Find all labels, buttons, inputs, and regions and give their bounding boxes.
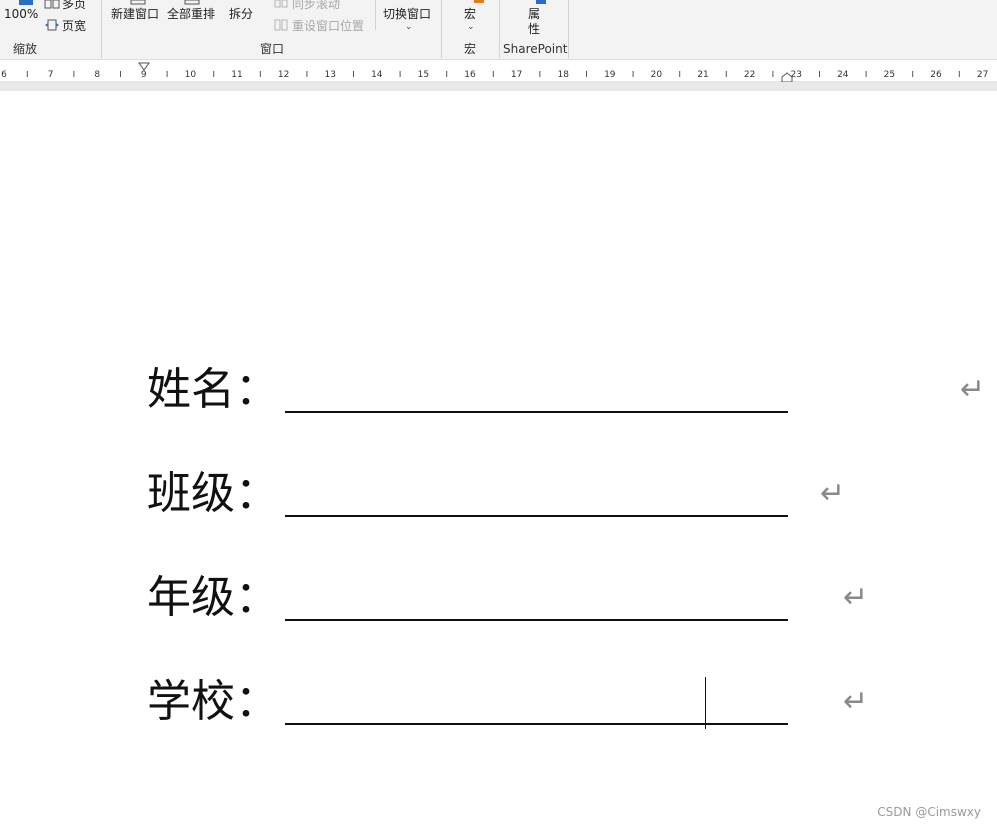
ruler-number: 10	[185, 70, 197, 80]
ruler-number: 8	[94, 70, 100, 80]
ruler-number: 9	[141, 70, 147, 80]
reset-position-icon	[274, 19, 288, 31]
paragraph-mark-icon: ↵	[820, 476, 846, 511]
ruler-number: 7	[48, 70, 54, 80]
macro-group-label: 宏	[464, 42, 477, 56]
ruler-number: 12	[278, 70, 289, 80]
ruler-number: 19	[604, 70, 616, 80]
page-width-button[interactable]: 页宽	[62, 19, 86, 33]
ruler-number: 15	[418, 70, 429, 80]
ribbon: 100% 多页 页宽 缩放 新建窗口 全部重排 拆分 同步滚动 重设窗口位置 切…	[0, 0, 997, 60]
name-label: 姓名：	[147, 364, 279, 415]
page-width-icon	[45, 19, 59, 31]
school-underline	[285, 723, 788, 725]
zoom-100-icon	[19, 0, 33, 5]
ruler-number: 11	[231, 70, 242, 80]
chevron-down-icon: ⌄	[467, 22, 475, 32]
group-separator	[568, 0, 569, 58]
paragraph-mark-icon: ↵	[960, 372, 986, 407]
paragraph-mark-icon: ↵	[843, 684, 869, 719]
multi-page-button[interactable]: 多页	[62, 0, 86, 11]
watermark: CSDN @Cimswxy	[877, 805, 981, 819]
window-group-label: 窗口	[260, 42, 285, 56]
ruler-number: 22	[744, 70, 755, 80]
sync-scroll-button[interactable]: 同步滚动	[292, 0, 340, 11]
ruler-number: 21	[697, 70, 708, 80]
ruler-number: 25	[884, 70, 895, 80]
class-underline	[285, 515, 788, 517]
ruler-number: 24	[837, 70, 849, 80]
ruler-number: 16	[464, 70, 476, 80]
reset-position-button[interactable]: 重设窗口位置	[292, 19, 364, 33]
ruler-number: 6	[1, 70, 7, 80]
chevron-down-icon: ⌄	[405, 22, 413, 32]
group-separator	[499, 0, 500, 58]
new-window-icon	[130, 0, 146, 5]
sync-scroll-icon	[274, 0, 288, 8]
name-underline	[285, 411, 788, 413]
class-label: 班级：	[147, 468, 279, 519]
school-label: 学校：	[147, 676, 279, 727]
first-line-indent-marker[interactable]	[138, 62, 150, 71]
group-separator	[375, 0, 376, 30]
multi-page-icon	[44, 0, 60, 9]
grade-label: 年级：	[147, 572, 279, 623]
group-separator	[101, 0, 102, 58]
text-cursor	[705, 677, 706, 729]
sharepoint-group-label: SharePoint	[503, 42, 568, 56]
paragraph-mark-icon: ↵	[843, 580, 869, 615]
ruler-number: 14	[371, 70, 383, 80]
properties-icon	[536, 0, 546, 4]
ruler-number: 13	[324, 70, 335, 80]
ruler-number: 20	[651, 70, 663, 80]
grade-underline	[285, 619, 788, 621]
switch-windows-button[interactable]: 切换窗口	[383, 7, 431, 21]
new-window-button[interactable]: 新建窗口	[111, 7, 159, 21]
ruler-number: 17	[511, 70, 522, 80]
zoom-group-label: 缩放	[13, 42, 38, 56]
macros-button[interactable]: 宏	[464, 7, 476, 21]
ruler-scale: 6 7 8 9 10 11 12 13 14 15 16 17 18 19 20 21 22 23 24 25 26 27	[1, 62, 988, 82]
ruler-gap	[0, 82, 997, 91]
split-button[interactable]: 拆分	[229, 7, 253, 21]
macro-icon	[474, 0, 484, 3]
horizontal-ruler[interactable]: 6 7 8 9 10 11 12 13 14 15 16 17 18 19 20 21 22 23 24 25 26 27	[0, 62, 997, 82]
ruler-number: 27	[977, 70, 988, 80]
arrange-all-icon	[184, 0, 200, 5]
properties-button[interactable]: 属性	[528, 7, 542, 37]
ruler-number: 18	[557, 70, 569, 80]
group-separator	[441, 0, 442, 58]
arrange-all-button[interactable]: 全部重排	[167, 7, 215, 21]
zoom-100-button[interactable]: 100%	[4, 7, 38, 21]
ruler-number: 26	[930, 70, 942, 80]
